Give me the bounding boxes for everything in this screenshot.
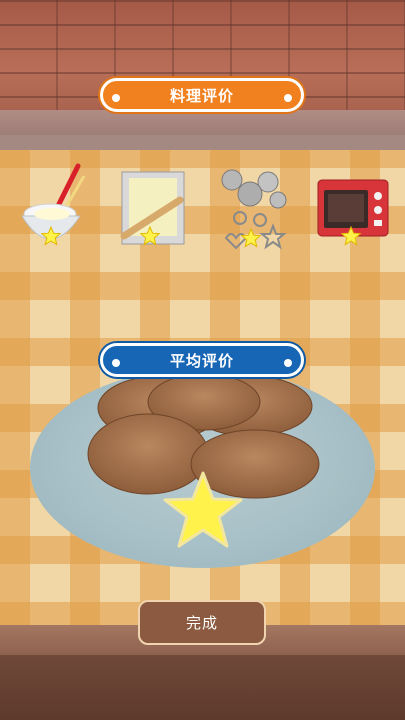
cooking-rating-banner: 料理评价: [100, 78, 304, 112]
banner-dot-left: [112, 359, 120, 367]
banner-dot-left: [112, 94, 120, 102]
finish-button-label: 完成: [185, 614, 218, 632]
average-rating-label: 平均评价: [169, 351, 234, 370]
result-star-icon: [163, 471, 243, 548]
finish-button[interactable]: 完成: [138, 600, 266, 645]
oven-star-icon: [341, 226, 361, 246]
counter-back-edge: [0, 110, 405, 138]
average-rating-banner: 平均评价: [100, 343, 304, 377]
cooking-rating-label: 料理评价: [169, 86, 234, 105]
floor: [0, 655, 405, 720]
cookie-cutters-star-icon: [241, 228, 261, 248]
banner-dot-right: [284, 359, 292, 367]
whisk-bowl-star-icon: [41, 226, 61, 246]
banner-dot-right: [284, 94, 292, 102]
dough-board-star-icon: [140, 226, 160, 246]
